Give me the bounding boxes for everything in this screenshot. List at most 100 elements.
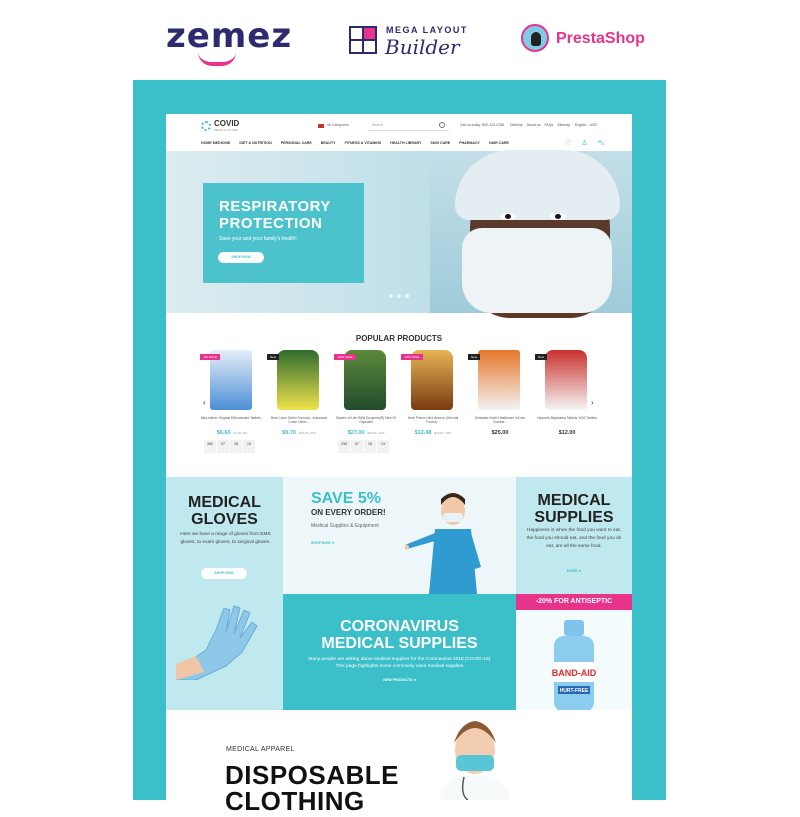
nav-home-medicine[interactable]: HOME MEDICINE — [201, 141, 230, 145]
gloves-shop-now-button[interactable]: SHOP NOW — [201, 568, 247, 579]
coronavirus-supplies-banner[interactable] — [283, 594, 516, 710]
timer-cell: 13 — [377, 440, 389, 453]
product-price: $6.65 $7.00 -5% — [216, 430, 248, 436]
nav-health-library[interactable]: HEALTH LIBRARY — [390, 141, 421, 145]
prestashop-label: PrestaShop — [556, 30, 645, 47]
product-card[interactable]: New Best Colon Detox Formula - Advanced C… — [267, 350, 327, 460]
view-products-link[interactable]: VIEW PRODUCTS ➔ — [283, 678, 516, 682]
product-old-price: $10.78 -10% — [298, 431, 316, 435]
product-badge: -5% SALE — [200, 354, 220, 360]
covid-logo-icon — [201, 121, 211, 131]
product-old-price: $13.87 -10% — [434, 431, 452, 435]
supplies-text: Happiness is when the food you want to e… — [526, 528, 622, 549]
link-faqs[interactable]: FAQs — [544, 123, 553, 127]
timer-cell: 13 — [243, 440, 255, 453]
slider-dot[interactable] — [389, 294, 393, 298]
supplies-more-link[interactable]: MORE ➔ — [516, 569, 632, 573]
supplies-title-line1: MEDICAL — [537, 492, 611, 509]
product-image[interactable] — [478, 350, 520, 410]
search-icon[interactable] — [439, 122, 445, 128]
category-select[interactable]: All Categories — [327, 123, 349, 127]
timer-cell: 18 — [230, 440, 242, 453]
hero-shop-now-button[interactable]: SHOP NOW — [218, 252, 264, 263]
corona-title-line2: MEDICAL SUPPLIES — [321, 635, 478, 652]
countdown-timer: 230 07 18 13 — [338, 440, 389, 453]
gloves-title-line2: GLOVES — [191, 511, 258, 528]
nav-fitness[interactable]: FITNESS & VITAMINS — [345, 141, 382, 145]
link-sitemap[interactable]: Sitemap — [557, 123, 570, 127]
save-shop-link[interactable]: SHOP NOW ➔ — [311, 541, 334, 545]
link-about[interactable]: About us — [527, 123, 541, 127]
product-name[interactable]: Garden of Life RAW Enzymes(R) Men 90 Cap… — [334, 416, 398, 424]
nav-pharmacy[interactable]: PHARMACY — [459, 141, 480, 145]
supplies-title-line2: SUPPLIES — [534, 509, 614, 526]
corona-title-line1: CORONAVIRUS — [340, 618, 459, 635]
bottle-sublabel: HURT-FREE — [560, 688, 589, 694]
language-select[interactable]: English · USD — [575, 123, 597, 127]
eye-image — [500, 213, 516, 220]
cart-icon[interactable]: ⛍ — [598, 139, 605, 148]
save-subtitle: ON EVERY ORDER! — [311, 508, 386, 517]
save-text: Medical Supplies & Equipment — [311, 523, 379, 529]
main-nav: HOME MEDICINE DIET & NUTRITION PERSONAL … — [201, 141, 509, 145]
product-card[interactable]: -10% SALE Garden of Life RAW Enzymes(R) M… — [334, 350, 396, 460]
mega-layout-label: MEGA LAYOUT — [386, 25, 468, 35]
product-badge: -10% SALE — [334, 354, 356, 360]
zemez-logo[interactable]: zemez — [166, 16, 292, 56]
product-card[interactable]: -10% SALE Herb Pharm Ultra Breeze (Orient… — [401, 350, 461, 460]
mega-layout-icon — [349, 26, 377, 54]
apparel-title-line2: CLOTHING — [225, 786, 365, 816]
nav-skin-care[interactable]: SKIN CARE — [430, 141, 450, 145]
product-name[interactable]: Hyland's Bioplasma Tablets 1000 Tablets — [535, 416, 599, 420]
nurse-image — [405, 493, 481, 594]
product-card[interactable]: New Schwabe North Healthcare InCare Cumin… — [468, 350, 528, 460]
nav-beauty[interactable]: BEAUTY — [321, 141, 336, 145]
nav-diet[interactable]: DIET & NUTRITION — [239, 141, 271, 145]
timer-cell: 18 — [364, 440, 376, 453]
builder-label: Builder — [385, 35, 460, 59]
product-badge: -10% SALE — [401, 354, 423, 360]
product-old-price: $30.00 -10% — [367, 431, 385, 435]
timer-cell: 230 — [338, 440, 350, 453]
slider-dot[interactable] — [397, 294, 401, 298]
prestashop-icon — [521, 24, 549, 52]
store-logo[interactable]: COVID — [214, 119, 239, 128]
product-badge: New — [468, 354, 481, 360]
wishlist-icon[interactable]: ♡ — [565, 139, 571, 148]
timer-cell: 07 — [351, 440, 363, 453]
store-subtitle: MEDICAL STORE — [214, 128, 239, 132]
blue-glove-image — [176, 605, 258, 680]
hero-title-line1: RESPIRATORY — [219, 198, 331, 215]
top-links: Delivery About us FAQs Sitemap — [510, 123, 574, 127]
save-title: SAVE 5% — [311, 490, 381, 507]
product-old-price: $7.00 -5% — [233, 431, 248, 435]
product-card[interactable]: -5% SALE Alka-seltzer Original Effervesce… — [200, 350, 263, 460]
product-price: $25.00 — [491, 430, 509, 436]
antiseptic-discount-tag: -20% FOR ANTISEPTIC — [516, 594, 632, 610]
product-name[interactable]: Best Colon Detox Formula - Advanced Colo… — [267, 416, 331, 424]
product-badge: New — [535, 354, 548, 360]
hero-subtitle: Save your and your family's health! — [219, 236, 297, 242]
product-name[interactable]: Alka-seltzer Original Effervescent Table… — [200, 416, 264, 420]
product-image[interactable] — [545, 350, 587, 410]
apparel-label: MEDICAL APPAREL — [226, 746, 295, 753]
product-name[interactable]: Herb Pharm Ultra Breeze (Oriental Forest… — [401, 416, 465, 424]
nav-hair-care[interactable]: HAIR CARE — [489, 141, 509, 145]
product-price: $27.00 $30.00 -10% — [347, 430, 385, 436]
antiseptic-bottle-image: BAND-AID HURT-FREE — [552, 620, 597, 712]
surgical-cap-image — [455, 150, 620, 220]
link-delivery[interactable]: Delivery — [510, 123, 523, 127]
product-image[interactable] — [277, 350, 319, 410]
product-name[interactable]: Schwabe North Healthcare InCare Cumine..… — [468, 416, 532, 424]
call-info: Call us today: 800-123-4785 — [460, 123, 504, 127]
product-badge: New — [267, 354, 280, 360]
slider-dot[interactable] — [405, 294, 409, 298]
product-price: $9.70 $10.78 -10% — [282, 430, 316, 436]
nav-personal-care[interactable]: PERSONAL CARE — [281, 141, 312, 145]
account-icon[interactable]: ♙ — [581, 139, 587, 148]
doctor-image — [440, 721, 510, 800]
gloves-title-line1: MEDICAL — [188, 494, 261, 511]
product-card[interactable]: New Hyland's Bioplasma Tablets 1000 Table… — [535, 350, 597, 460]
header-icons: ♡ ♙ ⛍ — [565, 139, 605, 148]
gloves-text: Here we have a range of gloves from EMS … — [180, 532, 271, 545]
